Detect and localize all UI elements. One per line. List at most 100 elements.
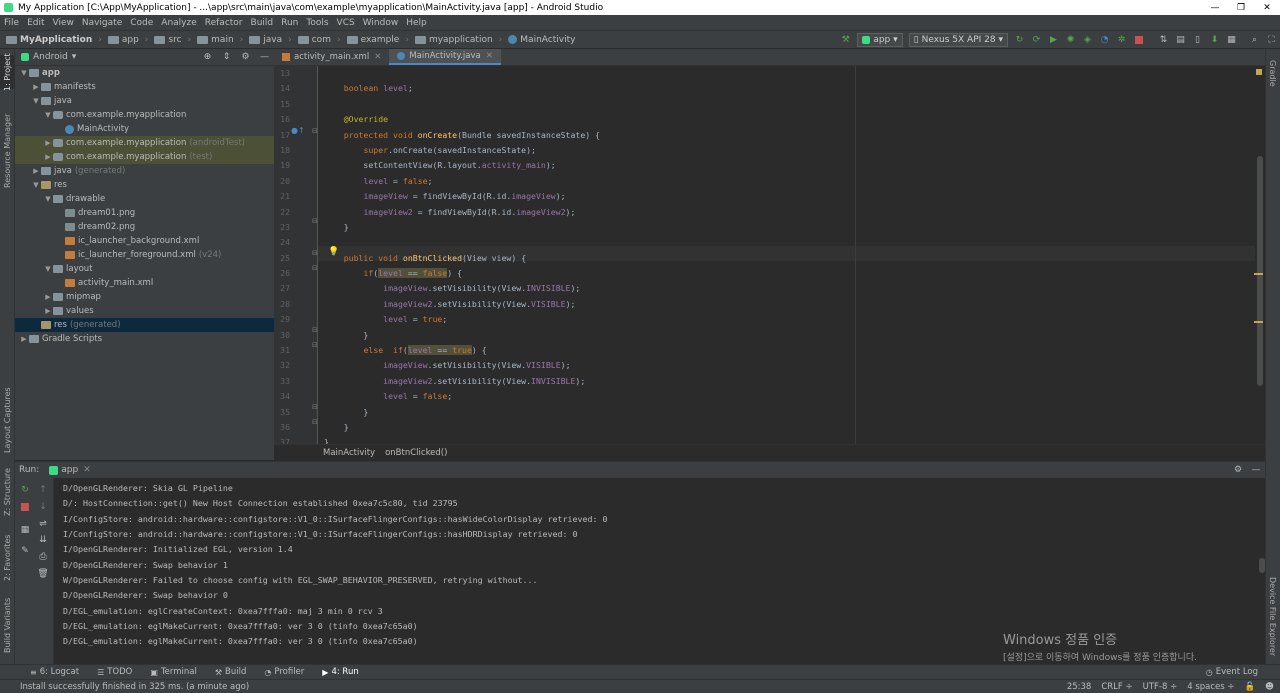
tree-item[interactable]: ▶ Gradle Scripts <box>15 332 274 346</box>
editor-scrollbar[interactable] <box>1255 66 1265 444</box>
locate-icon[interactable]: ⊕ <box>198 52 217 62</box>
event-log-tab[interactable]: ◷ Event Log <box>1206 667 1258 677</box>
breadcrumb-item[interactable]: example <box>346 35 399 45</box>
tree-item[interactable]: ic_launcher_background.xml <box>15 234 274 248</box>
fold-marker-icon[interactable]: ⊟ <box>312 264 318 272</box>
code-line[interactable]: imageView2.setVisibility(View.VISIBLE); <box>324 297 600 312</box>
hide-icon[interactable]: — <box>1247 465 1265 475</box>
code-text[interactable]: boolean level; @Override protected void … <box>324 66 600 444</box>
tab-favorites[interactable]: 2: Favorites <box>0 533 15 583</box>
gear-icon[interactable]: ⚙ <box>1229 465 1247 475</box>
editor-breadcrumb-item[interactable]: MainActivity <box>323 448 375 458</box>
breadcrumb-item[interactable]: app <box>107 35 139 45</box>
bottom-tab[interactable]: ▶ 4: Run <box>322 667 358 677</box>
apply-code-changes-icon[interactable]: ⟳ <box>1028 33 1045 47</box>
tree-item[interactable]: ▶ mipmap <box>15 290 274 304</box>
code-line[interactable]: } <box>324 405 600 420</box>
scroll-thumb[interactable] <box>1257 156 1263 386</box>
tree-item[interactable]: ▶ values <box>15 304 274 318</box>
gear-icon[interactable]: ⚙ <box>236 52 255 62</box>
scroll-down-icon[interactable]: ↓ <box>34 498 52 515</box>
breadcrumb-item[interactable]: MyApplication <box>6 35 92 45</box>
code-line[interactable]: imageView.setVisibility(View.VISIBLE); <box>324 358 600 373</box>
code-line[interactable]: imageView = findViewById(R.id.imageView)… <box>324 189 600 204</box>
scroll-to-end-icon[interactable]: ⇊ <box>34 531 52 548</box>
close-icon[interactable]: ✕ <box>486 51 493 61</box>
menu-help[interactable]: Help <box>406 18 427 28</box>
fold-marker-icon[interactable]: ⊟ <box>312 341 318 349</box>
inspector-icon[interactable]: ☻ <box>1265 682 1274 692</box>
layout-inspector-icon[interactable]: ▦ <box>1223 33 1240 47</box>
coverage-icon[interactable]: ◈ <box>1079 33 1096 47</box>
warning-stripe[interactable] <box>1254 321 1263 323</box>
bottom-tab[interactable]: ◔ Profiler <box>264 667 304 677</box>
resize-icon[interactable]: ⛶ <box>1263 33 1280 47</box>
pin-icon[interactable]: ✎ <box>16 542 34 559</box>
code-line[interactable]: level = true; <box>324 312 600 327</box>
tree-item[interactable]: ▼ com.example.myapplication <box>15 108 274 122</box>
bottom-tab[interactable]: ☰ TODO <box>97 667 132 677</box>
menu-window[interactable]: Window <box>363 18 399 28</box>
tree-item[interactable]: ▼ java <box>15 94 274 108</box>
tree-item[interactable]: activity_main.xml <box>15 276 274 290</box>
file-encoding[interactable]: UTF-8 ÷ <box>1143 682 1178 692</box>
expand-arrow-icon[interactable]: ▼ <box>19 69 29 77</box>
expand-arrow-icon[interactable]: ▼ <box>31 97 41 105</box>
minimize-button[interactable]: — <box>1202 3 1228 13</box>
expand-arrow-icon[interactable]: ▼ <box>31 181 41 189</box>
code-line[interactable]: setContentView(R.layout.activity_main); <box>324 158 600 173</box>
soft-wrap-icon[interactable]: ⇌ <box>34 515 52 532</box>
fold-marker-icon[interactable]: ⊟ <box>312 326 318 334</box>
fold-marker-icon[interactable]: ⊟ <box>312 217 318 225</box>
code-line[interactable]: super.onCreate(savedInstanceState); <box>324 143 600 158</box>
device-select[interactable]: ▯ Nexus 5X API 28 ▾ <box>908 33 1008 47</box>
menu-view[interactable]: View <box>53 18 74 28</box>
menu-tools[interactable]: Tools <box>306 18 328 28</box>
menu-navigate[interactable]: Navigate <box>82 18 122 28</box>
menu-run[interactable]: Run <box>281 18 298 28</box>
tree-item[interactable]: ▶ manifests <box>15 80 274 94</box>
bottom-tab[interactable]: ▣ Terminal <box>150 667 196 677</box>
code-line[interactable] <box>324 66 600 81</box>
tree-item[interactable]: ▶ com.example.myapplication (test) <box>15 150 274 164</box>
code-line[interactable]: } <box>324 420 600 435</box>
menu-vcs[interactable]: VCS <box>337 18 355 28</box>
tree-item[interactable]: MainActivity <box>15 122 274 136</box>
expand-arrow-icon[interactable]: ▶ <box>43 139 53 147</box>
search-icon[interactable]: ⌕ <box>1246 33 1263 47</box>
apply-changes-icon[interactable]: ↻ <box>1011 33 1028 47</box>
menu-edit[interactable]: Edit <box>27 18 44 28</box>
console-scrollbar[interactable] <box>1259 558 1265 574</box>
run-tab-app[interactable]: app ✕ <box>49 465 91 475</box>
code-line[interactable]: } <box>324 328 600 343</box>
warning-stripe[interactable] <box>1254 273 1263 275</box>
sdk-manager-icon[interactable]: ⬇ <box>1206 33 1223 47</box>
run-config-select[interactable]: app ▾ <box>857 33 903 47</box>
sync-project-icon[interactable]: ⇅ <box>1155 33 1172 47</box>
tree-item[interactable]: ▶ java (generated) <box>15 164 274 178</box>
hide-icon[interactable]: — <box>255 52 274 62</box>
close-button[interactable]: ✕ <box>1254 3 1280 13</box>
tree-item[interactable]: ▼ app <box>15 66 274 80</box>
code-line[interactable]: imageView.setVisibility(View.INVISIBLE); <box>324 281 600 296</box>
code-line[interactable]: imageView2.setVisibility(View.INVISIBLE)… <box>324 374 600 389</box>
caret-position[interactable]: 25:38 <box>1067 682 1092 692</box>
maximize-button[interactable]: ❐ <box>1228 3 1254 13</box>
expand-arrow-icon[interactable]: ▼ <box>43 265 53 273</box>
code-line[interactable]: level = false; <box>324 174 600 189</box>
collapse-all-icon[interactable]: ⇕ <box>217 52 236 62</box>
tab-resource-manager[interactable]: Resource Manager <box>0 111 15 191</box>
tree-item[interactable]: ▼ drawable <box>15 192 274 206</box>
rerun-icon[interactable]: ↻ <box>16 481 34 498</box>
code-line[interactable]: protected void onCreate(Bundle savedInst… <box>324 128 600 143</box>
breadcrumb-item[interactable]: main <box>197 35 234 45</box>
run-icon[interactable]: ▶ <box>1045 33 1062 47</box>
print-icon[interactable]: ⎙ <box>34 548 52 565</box>
expand-arrow-icon[interactable]: ▼ <box>43 111 53 119</box>
expand-arrow-icon[interactable]: ▶ <box>31 83 41 91</box>
layout-icon[interactable]: ▦ <box>16 521 34 538</box>
line-separator[interactable]: CRLF ÷ <box>1101 682 1132 692</box>
breadcrumb-item[interactable]: com <box>297 35 331 45</box>
tree-item[interactable]: res (generated) <box>15 318 274 332</box>
tree-item[interactable]: ▼ res <box>15 178 274 192</box>
